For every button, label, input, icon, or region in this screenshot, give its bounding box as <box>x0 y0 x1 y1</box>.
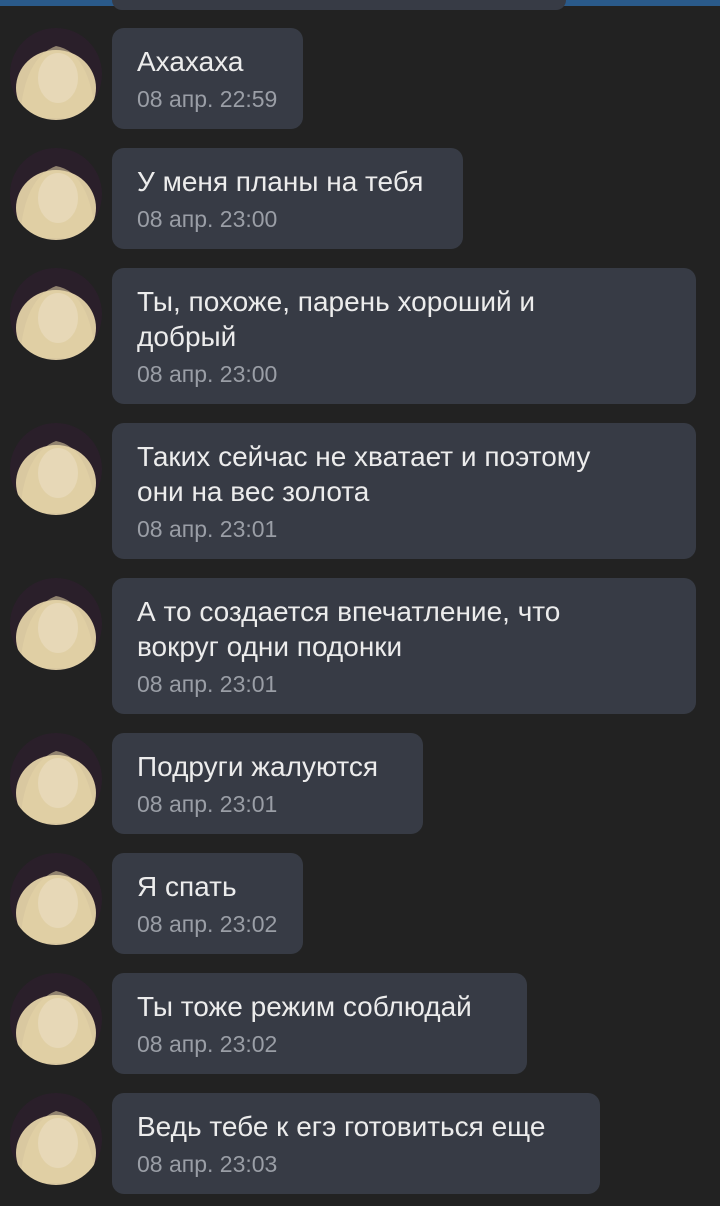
avatar[interactable] <box>10 268 102 360</box>
message-bubble[interactable]: А то создается впечатление, что вокруг о… <box>112 578 696 714</box>
message-text: Ты тоже режим соблюдай <box>137 991 472 1022</box>
user-avatar-icon <box>10 973 102 1065</box>
message-timestamp: 08 апр. 23:01 <box>137 671 278 697</box>
message-timestamp: 08 апр. 23:01 <box>137 791 278 817</box>
previous-message-bubble[interactable] <box>112 0 566 10</box>
message-bubble[interactable]: Подруги жалуются 08 апр. 23:01 <box>112 733 423 834</box>
avatar[interactable] <box>10 1093 102 1185</box>
avatar[interactable] <box>10 148 102 240</box>
message-bubble[interactable]: Таких сейчас не хватает и поэтому они на… <box>112 423 696 559</box>
avatar[interactable] <box>10 853 102 945</box>
user-avatar-icon <box>10 28 102 120</box>
message-text: Ведь тебе к егэ готовиться еще <box>137 1111 546 1142</box>
message-timestamp: 08 апр. 23:02 <box>137 1031 278 1057</box>
message-text: У меня планы на тебя <box>137 166 424 197</box>
message-bubble[interactable]: У меня планы на тебя 08 апр. 23:00 <box>112 148 463 249</box>
avatar[interactable] <box>10 973 102 1065</box>
message-text: Я спать <box>137 871 237 902</box>
message-bubble[interactable]: Я спать 08 апр. 23:02 <box>112 853 303 954</box>
avatar[interactable] <box>10 423 102 515</box>
message-text: А то создается впечатление, что вокруг о… <box>137 596 561 662</box>
message-bubble[interactable]: Ты тоже режим соблюдай 08 апр. 23:02 <box>112 973 527 1074</box>
user-avatar-icon <box>10 268 102 360</box>
message-timestamp: 08 апр. 23:01 <box>137 516 278 542</box>
message-text: Ахахаха <box>137 46 244 77</box>
user-avatar-icon <box>10 148 102 240</box>
message-text: Ты, похоже, парень хороший и добрый <box>137 286 536 352</box>
avatar[interactable] <box>10 578 102 670</box>
user-avatar-icon <box>10 423 102 515</box>
message-timestamp: 08 апр. 22:59 <box>137 86 278 112</box>
message-timestamp: 08 апр. 23:03 <box>137 1151 278 1177</box>
message-bubble[interactable]: Ты, похоже, парень хороший и добрый 08 а… <box>112 268 696 404</box>
message-timestamp: 08 апр. 23:02 <box>137 911 278 937</box>
avatar[interactable] <box>10 733 102 825</box>
avatar[interactable] <box>10 28 102 120</box>
message-bubble[interactable]: Ахахаха 08 апр. 22:59 <box>112 28 303 129</box>
user-avatar-icon <box>10 578 102 670</box>
message-timestamp: 08 апр. 23:00 <box>137 206 278 232</box>
message-timestamp: 08 апр. 23:00 <box>137 361 278 387</box>
message-text: Таких сейчас не хватает и поэтому они на… <box>137 441 591 507</box>
user-avatar-icon <box>10 853 102 945</box>
user-avatar-icon <box>10 733 102 825</box>
message-bubble[interactable]: Ведь тебе к егэ готовиться еще 08 апр. 2… <box>112 1093 600 1194</box>
user-avatar-icon <box>10 1093 102 1185</box>
message-text: Подруги жалуются <box>137 751 379 782</box>
